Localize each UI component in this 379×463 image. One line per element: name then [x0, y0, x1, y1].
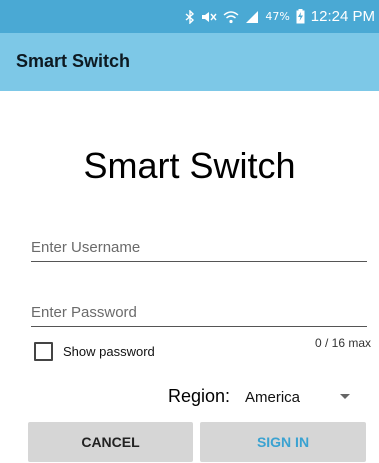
password-field[interactable] — [31, 298, 367, 327]
password-char-counter: 0 / 16 max — [314, 336, 371, 350]
cancel-button[interactable]: CANCEL — [28, 422, 193, 462]
dropdown-arrow-icon — [340, 394, 350, 399]
show-password-checkbox[interactable] — [34, 342, 53, 361]
battery-percent: 47% — [265, 10, 290, 23]
battery-charging-icon — [296, 9, 305, 24]
app-bar: Smart Switch — [0, 33, 379, 91]
clock: 12:24 PM — [310, 8, 375, 25]
sign-in-button[interactable]: SIGN IN — [200, 422, 366, 462]
page-title: Smart Switch — [83, 145, 296, 186]
mute-icon — [201, 10, 217, 24]
region-dropdown[interactable]: America — [245, 385, 355, 409]
bluetooth-icon — [185, 9, 195, 24]
region-selected-value: America — [245, 388, 301, 406]
show-password-label: Show password — [63, 344, 155, 359]
status-icons: 47% 12:24 PM — [185, 0, 375, 33]
signal-icon — [245, 10, 259, 24]
status-bar: 47% 12:24 PM — [0, 0, 379, 33]
wifi-icon — [223, 10, 239, 24]
username-field[interactable] — [31, 233, 367, 262]
region-label: Region: — [168, 386, 231, 406]
show-password-toggle[interactable]: Show password — [34, 342, 155, 361]
app-bar-title: Smart Switch — [16, 51, 131, 71]
